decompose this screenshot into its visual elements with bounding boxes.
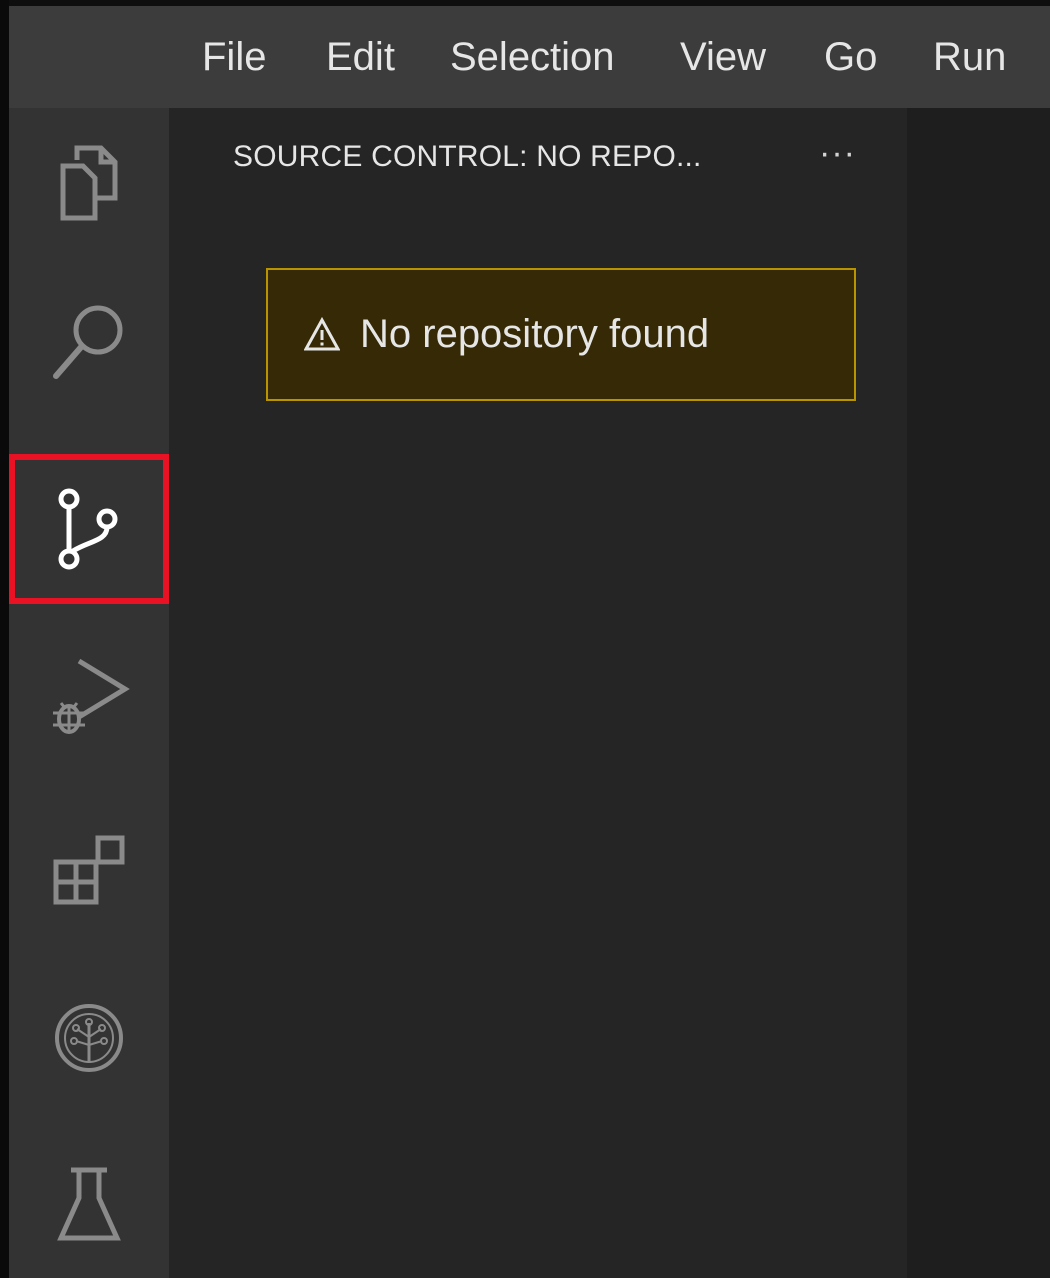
sidebar-title: SOURCE CONTROL: NO REPO... — [233, 140, 702, 173]
extensions-icon — [53, 835, 125, 905]
menu-go[interactable]: Go — [824, 32, 877, 82]
explorer-icon — [60, 145, 118, 221]
activity-extensions[interactable] — [9, 796, 169, 946]
window-left-edge — [0, 0, 9, 1278]
testing-icon — [57, 1167, 121, 1241]
source-control-icon — [58, 488, 118, 570]
menu-edit[interactable]: Edit — [326, 32, 395, 82]
activity-source-control[interactable] — [9, 454, 169, 604]
warning-text: No repository found — [360, 312, 710, 356]
menu-file[interactable]: File — [202, 32, 266, 82]
menu-bar: File Edit Selection View Go Run — [9, 6, 1050, 108]
warning-icon — [304, 316, 340, 350]
activity-run-debug[interactable] — [9, 620, 169, 770]
activity-tree-extension[interactable] — [9, 963, 169, 1113]
tree-extension-icon — [55, 1004, 123, 1072]
activity-search[interactable] — [9, 266, 169, 416]
vscode-window: File Edit Selection View Go Run SOURCE C… — [0, 0, 1050, 1278]
no-repository-warning: No repository found — [266, 268, 856, 401]
search-icon — [53, 305, 123, 379]
source-control-sidebar: SOURCE CONTROL: NO REPO... ··· No reposi… — [169, 108, 907, 1278]
activity-testing[interactable] — [9, 1128, 169, 1278]
menu-selection[interactable]: Selection — [450, 32, 615, 82]
editor-area — [907, 108, 1050, 1278]
activity-bar — [9, 108, 169, 1278]
menu-view[interactable]: View — [680, 32, 766, 82]
more-actions-button[interactable]: ··· — [819, 136, 856, 170]
run-debug-icon — [53, 658, 130, 734]
activity-explorer[interactable] — [9, 108, 169, 258]
menu-run[interactable]: Run — [933, 32, 1006, 82]
